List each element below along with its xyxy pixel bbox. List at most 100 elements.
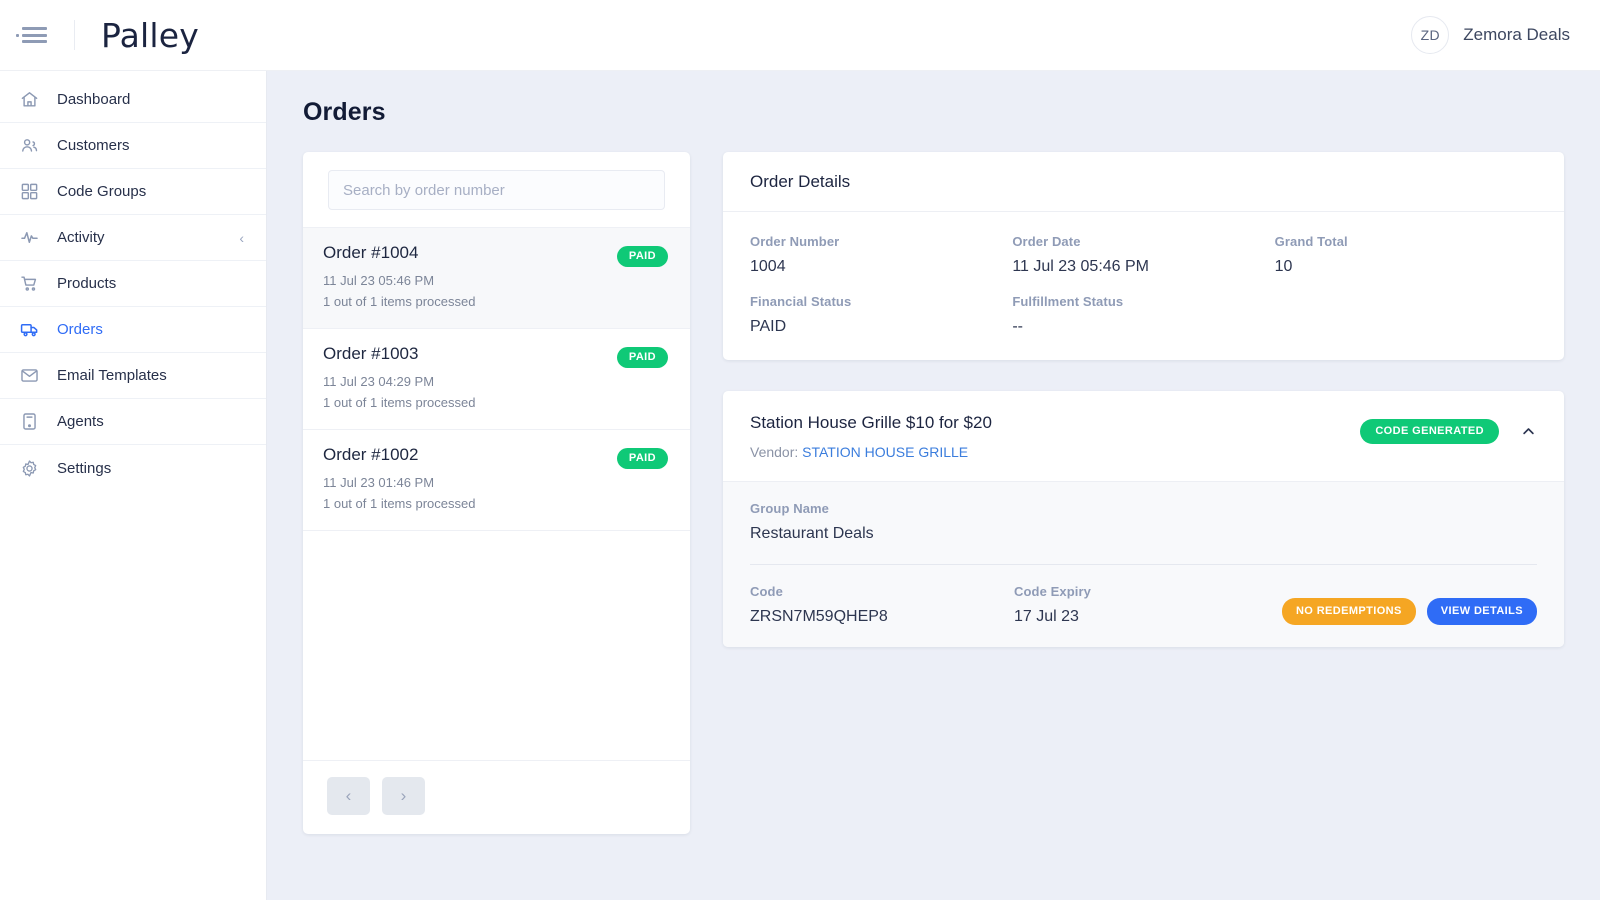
product-header: Station House Grille $10 for $20 Vendor:… (723, 391, 1564, 481)
chevron-left-icon[interactable]: ‹ (239, 231, 244, 245)
field-placeholder (1275, 294, 1537, 336)
sidebar-item-products[interactable]: Products (0, 261, 266, 307)
sidebar: Dashboard Customers Code Groups Activity (0, 71, 267, 900)
product-card: Station House Grille $10 for $20 Vendor:… (723, 391, 1564, 647)
field-order-number: Order Number 1004 (750, 234, 1012, 276)
status-badge: PAID (616, 246, 668, 267)
list-empty-space (303, 530, 690, 760)
field-fulfillment-status: Fulfillment Status -- (1012, 294, 1274, 336)
chevron-up-icon[interactable] (1519, 424, 1537, 439)
app-root: Palley ZD Zemora Deals Dashboard Custome… (0, 0, 1600, 900)
page-title: Orders (303, 98, 386, 126)
field-financial-status: Financial Status PAID (750, 294, 1012, 336)
order-title: Order #1003 (323, 344, 419, 364)
content-columns: Order #1004 11 Jul 23 05:46 PM 1 out of … (303, 152, 1564, 834)
cart-icon (18, 273, 40, 295)
status-badge: PAID (616, 448, 668, 470)
code-row: Code ZRSN7M59QHEP8 Code Expiry 17 Jul 23… (750, 584, 1537, 626)
code-status-badge: CODE GENERATED (1360, 419, 1499, 444)
field-label: Code (750, 584, 783, 599)
sidebar-item-label: Dashboard (57, 91, 131, 108)
truck-icon (18, 319, 40, 341)
sidebar-item-label: Customers (57, 137, 130, 154)
pulse-icon (18, 227, 40, 249)
details-column: Order Details Order Number 1004 Order Da… (723, 152, 1564, 647)
field-order-date: Order Date 11 Jul 23 05:46 PM (1012, 234, 1274, 276)
order-details-heading: Order Details (723, 152, 1564, 212)
order-progress: 1 out of 1 items processed (323, 395, 476, 411)
field-label: Order Date (1012, 234, 1081, 249)
order-progress: 1 out of 1 items processed (323, 294, 476, 310)
no-redemptions-badge[interactable]: NO REDEMPTIONS (1281, 598, 1416, 625)
sidebar-item-label: Code Groups (57, 183, 147, 200)
pagination-prev-button[interactable]: ‹ (327, 777, 370, 815)
field-value: 1004 (750, 258, 786, 275)
order-date: 11 Jul 23 01:46 PM (323, 475, 435, 491)
code-actions: NO REDEMPTIONS VIEW DETAILS (1281, 598, 1537, 626)
product-vendor: Vendor: STATION HOUSE GRILLE (750, 444, 1360, 460)
field-code: Code ZRSN7M59QHEP8 (750, 584, 1014, 626)
field-value: 10 (1274, 258, 1293, 275)
brand-title: Palley (101, 15, 200, 55)
avatar: ZD (1411, 16, 1450, 54)
group-name-section: Group Name Restaurant Deals (723, 482, 1564, 564)
hamburger-icon[interactable] (16, 24, 50, 46)
order-details-card: Order Details Order Number 1004 Order Da… (723, 152, 1564, 360)
product-body: Group Name Restaurant Deals Code ZRSN7M5… (723, 481, 1564, 647)
search-input[interactable] (328, 170, 665, 210)
order-info: Order #1002 11 Jul 23 01:46 PM 1 out of … (323, 445, 617, 514)
field-value: ZRSN7M59QHEP8 (750, 608, 888, 625)
field-value: 11 Jul 23 05:46 PM (1012, 258, 1150, 275)
field-label: Code Expiry (1014, 584, 1091, 599)
sidebar-item-settings[interactable]: Settings (0, 445, 266, 491)
order-date: 11 Jul 23 05:46 PM (323, 273, 435, 288)
status-badge: PAID (616, 347, 668, 369)
main-content: Orders Order #1004 11 Jul 23 05:46 PM 1 … (267, 71, 1600, 900)
order-info: Order #1003 11 Jul 23 04:29 PM 1 out of … (323, 344, 617, 413)
sidebar-item-activity[interactable]: Activity ‹ (0, 215, 266, 261)
order-list-item[interactable]: Order #1002 11 Jul 23 01:46 PM 1 out of … (303, 429, 690, 530)
order-info: Order #1004 11 Jul 23 05:46 PM 1 out of … (323, 243, 617, 312)
envelope-icon (18, 365, 40, 387)
vendor-link[interactable]: STATION HOUSE GRILLE (802, 444, 968, 460)
field-value: 17 Jul 23 (1014, 608, 1079, 625)
field-label: Group Name (750, 501, 830, 516)
user-menu[interactable]: ZD Zemora Deals (1411, 16, 1570, 54)
sidebar-item-dashboard[interactable]: Dashboard (0, 77, 266, 123)
view-details-button[interactable]: VIEW DETAILS (1426, 598, 1537, 625)
field-label: Grand Total (1274, 234, 1348, 249)
sidebar-item-customers[interactable]: Customers (0, 123, 266, 169)
sidebar-item-code-groups[interactable]: Code Groups (0, 169, 266, 215)
code-section: Code ZRSN7M59QHEP8 Code Expiry 17 Jul 23… (750, 564, 1537, 647)
grid-icon (18, 181, 40, 203)
orders-list-card: Order #1004 11 Jul 23 05:46 PM 1 out of … (303, 152, 690, 834)
sidebar-item-email-templates[interactable]: Email Templates (0, 353, 266, 399)
product-header-actions: CODE GENERATED (1360, 413, 1537, 444)
field-value: -- (1012, 318, 1023, 335)
tablet-icon (18, 411, 40, 433)
user-name: Zemora Deals (1463, 25, 1570, 44)
field-label: Financial Status (750, 294, 852, 309)
vendor-label: Vendor: (750, 444, 799, 460)
gear-icon (18, 457, 40, 479)
search-area (303, 152, 690, 227)
field-label: Order Number (750, 234, 840, 249)
field-code-expiry: Code Expiry 17 Jul 23 (1014, 584, 1282, 626)
header-divider (74, 20, 75, 50)
app-body: Dashboard Customers Code Groups Activity (0, 71, 1600, 900)
sidebar-item-label: Settings (57, 459, 112, 477)
top-bar: Palley ZD Zemora Deals (0, 0, 1600, 71)
home-icon (18, 89, 40, 111)
users-icon (18, 135, 40, 157)
sidebar-item-label: Orders (57, 321, 103, 338)
sidebar-item-orders[interactable]: Orders (0, 307, 266, 353)
pagination: ‹ › (303, 760, 690, 834)
product-name: Station House Grille $10 for $20 (750, 413, 992, 432)
order-title: Order #1002 (323, 445, 419, 465)
order-list-item[interactable]: Order #1004 11 Jul 23 05:46 PM 1 out of … (303, 227, 690, 329)
sidebar-item-agents[interactable]: Agents (0, 399, 266, 445)
product-texts: Station House Grille $10 for $20 Vendor:… (750, 413, 1360, 460)
field-value: Restaurant Deals (750, 525, 874, 542)
order-list-item[interactable]: Order #1003 11 Jul 23 04:29 PM 1 out of … (303, 328, 690, 429)
pagination-next-button[interactable]: › (382, 777, 425, 815)
